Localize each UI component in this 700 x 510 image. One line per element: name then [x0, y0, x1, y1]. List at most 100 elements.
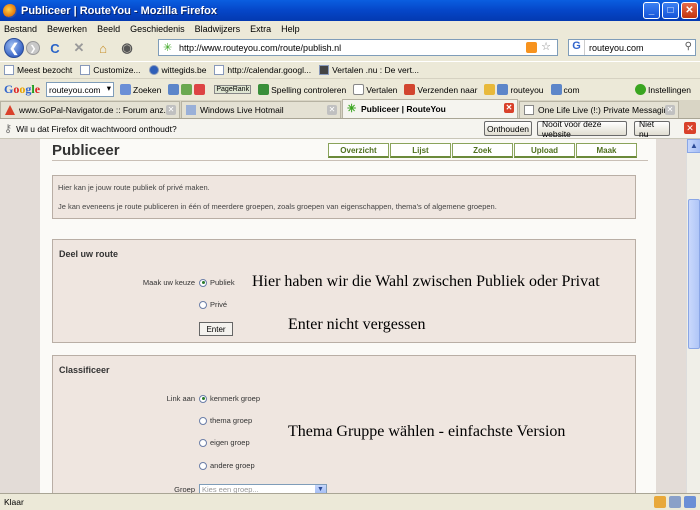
title-divider [52, 160, 648, 161]
google-toolbar: Google routeyou.com Zoeken PageRank Spel… [0, 78, 700, 100]
stop-icon[interactable]: ✕ [70, 39, 88, 57]
bookmark-calendar[interactable]: http://calendar.googl... [214, 65, 311, 75]
classificeer-heading: Classificeer [59, 365, 110, 375]
instellingen-button[interactable]: Instellingen [634, 84, 691, 95]
pagerank-button[interactable]: PageRank [214, 85, 252, 94]
menu-beeld[interactable]: Beeld [97, 24, 120, 34]
search-icon [120, 84, 132, 95]
tab-publiceer[interactable]: ✳ Publiceer | RouteYou ✕ [342, 99, 518, 118]
print-icon [168, 84, 180, 95]
google-search-input[interactable]: routeyou.com [46, 82, 115, 97]
edit-icon[interactable] [654, 496, 666, 508]
url-bar[interactable]: ✳ http://www.routeyou.com/route/publish.… [158, 39, 558, 56]
menu-geschiedenis[interactable]: Geschiedenis [130, 24, 185, 34]
tab-close-icon[interactable]: ✕ [504, 103, 514, 113]
magnifier-icon[interactable]: ⚲ [685, 41, 692, 52]
radio-publiek-circle[interactable] [199, 278, 207, 287]
back-button[interactable]: ❮ [4, 38, 24, 58]
rss-icon[interactable] [526, 42, 537, 53]
deel-heading: Deel uw route [59, 249, 119, 259]
radio-kenmerk-circle[interactable] [199, 394, 207, 403]
menu-bladwijzers[interactable]: Bladwijzers [195, 24, 241, 34]
tab-upload[interactable]: Upload [514, 143, 575, 158]
addon-icon[interactable]: ◉ [118, 39, 136, 57]
vertical-scrollbar[interactable]: ▲ [686, 139, 700, 493]
radio-publiek[interactable]: Publiek [199, 278, 235, 287]
menu-help[interactable]: Help [281, 24, 300, 34]
notification-text: Wil u dat Firefox dit wachtwoord onthoud… [16, 123, 177, 134]
verzenden-button[interactable]: Verzenden naar [404, 84, 477, 95]
vertalen-icon [319, 65, 330, 75]
tab-onelife[interactable]: One Life Live (!:) Private Messaging ✕ [519, 101, 679, 118]
addon-status-icon[interactable] [669, 496, 681, 508]
vertalen-button[interactable]: Vertalen [353, 84, 397, 95]
choice-label: Maak uw keuze [142, 278, 195, 287]
radio-prive-circle[interactable] [199, 300, 207, 309]
google-tools-icons[interactable] [168, 84, 207, 95]
home-icon[interactable]: ⌂ [94, 39, 112, 57]
tab-close-icon[interactable]: ✕ [166, 105, 176, 115]
bookmark-meest-bezocht[interactable]: Meest bezocht [4, 65, 72, 75]
page-tabs: Overzicht Lijst Zoek Upload Maak [328, 143, 638, 158]
spelling-button[interactable]: Spelling controleren [258, 84, 346, 95]
key-icon: ⚷ [4, 123, 13, 135]
wittegids-icon [148, 65, 159, 75]
radio-andere-groep[interactable]: andere groep [199, 461, 255, 470]
window-title: Publiceer | RouteYou - Mozilla Firefox [21, 4, 218, 17]
nooit-button[interactable]: Nooit voor deze website [537, 119, 627, 139]
search-term-icon [497, 84, 509, 95]
group-select[interactable]: Kies een groep... ▼ [199, 484, 327, 493]
bookmark-star-icon[interactable]: ☆ [541, 40, 551, 53]
menu-bestand[interactable]: Bestand [4, 24, 37, 34]
google-zoeken-button[interactable]: Zoeken [120, 84, 161, 95]
radio-eigen-circle[interactable] [199, 438, 207, 447]
menu-extra[interactable]: Extra [250, 24, 271, 34]
routeyou-button[interactable]: routeyou [484, 84, 544, 95]
group-label: Groep [174, 485, 195, 493]
radio-kenmerk-groep[interactable]: kenmerk groep [199, 394, 260, 403]
status-bar: Klaar [0, 493, 700, 510]
radio-thema-circle[interactable] [199, 416, 207, 425]
minimize-button[interactable]: _ [643, 2, 660, 19]
menu-bewerken[interactable]: Bewerken [47, 24, 87, 34]
niet-nu-button[interactable]: Niet nu [634, 119, 670, 139]
bookmark-vertalen[interactable]: Vertalen .nu : De vert... [319, 65, 419, 75]
google-search-icon[interactable]: G [569, 40, 585, 55]
forward-button[interactable]: ❯ [26, 41, 40, 55]
bookmark-customize[interactable]: Customize... [80, 65, 141, 75]
settings-icon [634, 84, 646, 95]
reload-icon[interactable]: C [46, 39, 64, 57]
tab-close-icon[interactable]: ✕ [665, 105, 675, 115]
tab-overzicht[interactable]: Overzicht [328, 143, 389, 158]
maximize-button[interactable]: □ [662, 2, 679, 19]
password-notification-bar: ⚷ Wil u dat Firefox dit wachtwoord ontho… [0, 119, 700, 139]
radio-thema-groep[interactable]: thema groep [199, 416, 252, 425]
com-button[interactable]: com [550, 84, 580, 95]
radio-andere-circle[interactable] [199, 461, 207, 470]
dropdown-arrow-icon[interactable]: ▼ [315, 485, 326, 493]
tools-icon [181, 84, 193, 95]
bookmark-wittegids[interactable]: wittegids.be [148, 65, 206, 75]
tab-close-icon[interactable]: ✕ [327, 105, 337, 115]
search-term-icon [550, 84, 562, 95]
tab-gopal[interactable]: www.GoPal-Navigator.de :: Forum anz... ✕ [0, 101, 180, 118]
scroll-thumb[interactable] [688, 199, 700, 349]
tab-zoek[interactable]: Zoek [452, 143, 513, 158]
content-viewport: Publiceer Overzicht Lijst Zoek Upload Ma… [0, 139, 686, 493]
tab-maak[interactable]: Maak [576, 143, 637, 158]
tab-lijst[interactable]: Lijst [390, 143, 451, 158]
scroll-up-icon[interactable]: ▲ [687, 139, 700, 153]
radio-prive[interactable]: Privé [199, 300, 227, 309]
tab-bar: www.GoPal-Navigator.de :: Forum anz... ✕… [0, 99, 700, 119]
tab-hotmail[interactable]: Windows Live Hotmail ✕ [181, 101, 341, 118]
search-bar[interactable]: G routeyou.com ⚲ [568, 39, 696, 56]
close-notification-icon[interactable]: ✕ [684, 122, 696, 134]
page-icon [524, 105, 534, 115]
gmail-icon [194, 84, 206, 95]
status-text: Klaar [4, 497, 24, 507]
security-icon[interactable] [684, 496, 696, 508]
enter-button[interactable]: Enter [199, 322, 233, 336]
radio-eigen-groep[interactable]: eigen groep [199, 438, 250, 447]
onthouden-button[interactable]: Onthouden [484, 121, 532, 136]
close-button[interactable]: ✕ [681, 2, 698, 19]
